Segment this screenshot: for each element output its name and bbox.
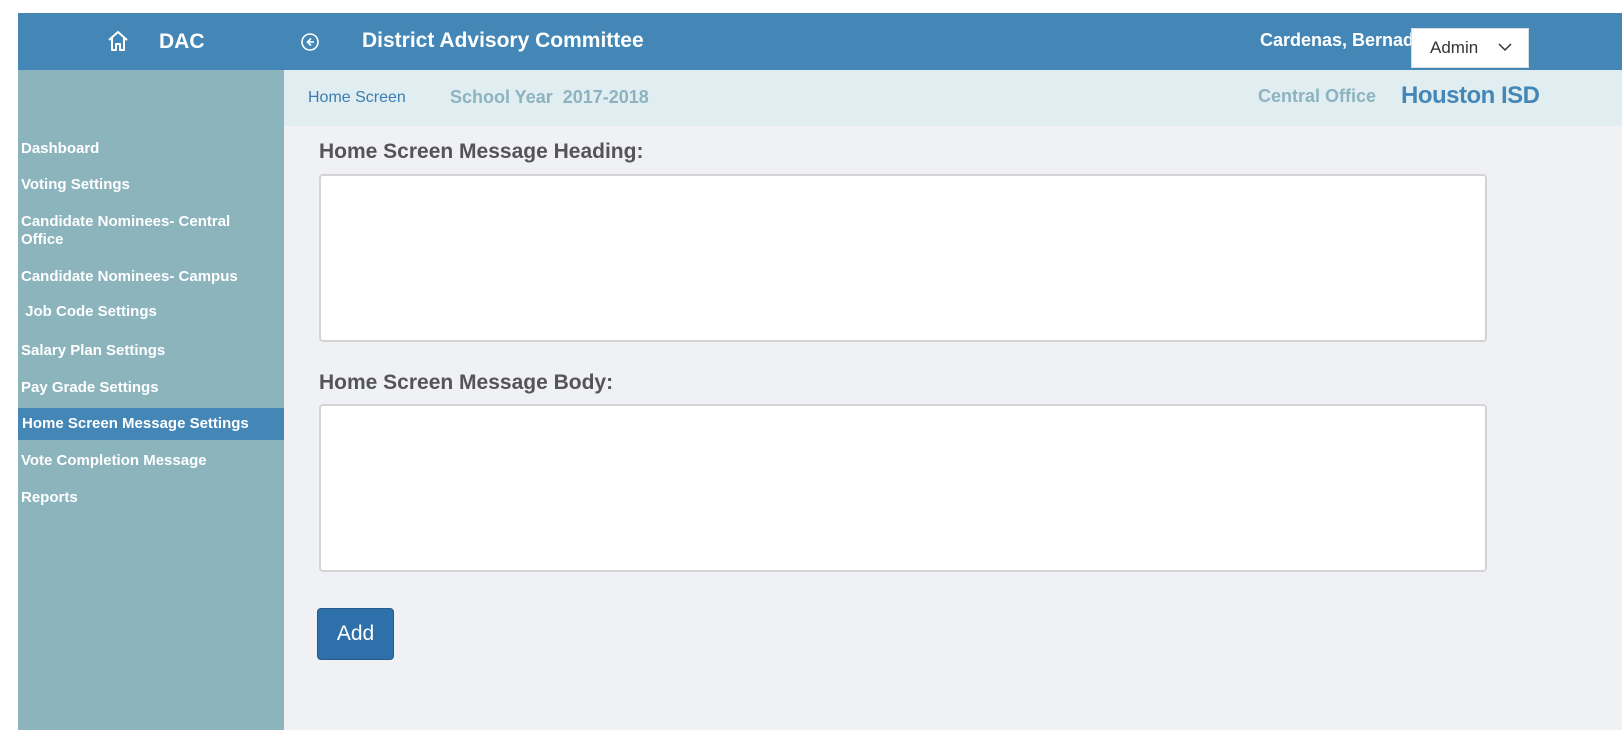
sidebar-item-pay-grade-settings[interactable]: Pay Grade Settings [21, 379, 281, 397]
sidebar-item-voting-settings[interactable]: Voting Settings [21, 176, 281, 194]
role-dropdown[interactable]: Admin [1411, 28, 1529, 68]
sidebar-item-salary-plan-settings[interactable]: Salary Plan Settings [21, 342, 281, 360]
heading-field-label: Home Screen Message Heading: [319, 140, 644, 163]
back-circle-icon[interactable] [300, 32, 320, 52]
breadcrumb-home-screen[interactable]: Home Screen [308, 89, 406, 107]
body-field-label: Home Screen Message Body: [319, 371, 614, 394]
page-title: District Advisory Committee [362, 29, 644, 52]
app-short-title[interactable]: DAC [159, 30, 205, 54]
home-icon[interactable] [106, 29, 130, 53]
add-button[interactable]: Add [317, 608, 394, 660]
sidebar-item-job-code-settings[interactable]: Job Code Settings [21, 303, 281, 321]
sidebar-item-reports[interactable]: Reports [21, 489, 281, 507]
office-label: Central Office [1258, 86, 1377, 106]
role-selected-value: Admin [1430, 38, 1479, 57]
sidebar-item-home-screen-message-settings[interactable]: Home Screen Message Settings [18, 408, 284, 440]
sidebar-item-candidate-nominees-central-office[interactable]: Candidate Nominees- Central Office [21, 213, 261, 249]
sub-header: Home Screen School Year 2017-2018 Centra… [284, 70, 1622, 126]
sidebar-item-vote-completion-message[interactable]: Vote Completion Message [21, 452, 281, 470]
sidebar-item-candidate-nominees-campus[interactable]: Candidate Nominees- Campus [21, 268, 281, 286]
top-header: DAC District Advisory Committee Cardenas… [18, 13, 1622, 70]
sidebar: Dashboard Voting Settings Candidate Nomi… [18, 70, 284, 730]
message-heading-textarea[interactable] [319, 174, 1487, 342]
brand-logo: Houston ISD [1401, 82, 1540, 109]
school-year-label: School Year 2017-2018 [450, 87, 649, 107]
sidebar-item-dashboard[interactable]: Dashboard [21, 140, 281, 158]
chevron-down-icon [1498, 43, 1512, 52]
message-body-textarea[interactable] [319, 404, 1487, 572]
app-frame: DAC District Advisory Committee Cardenas… [18, 13, 1622, 730]
main-content: Home Screen Message Heading: Home Screen… [284, 126, 1622, 730]
